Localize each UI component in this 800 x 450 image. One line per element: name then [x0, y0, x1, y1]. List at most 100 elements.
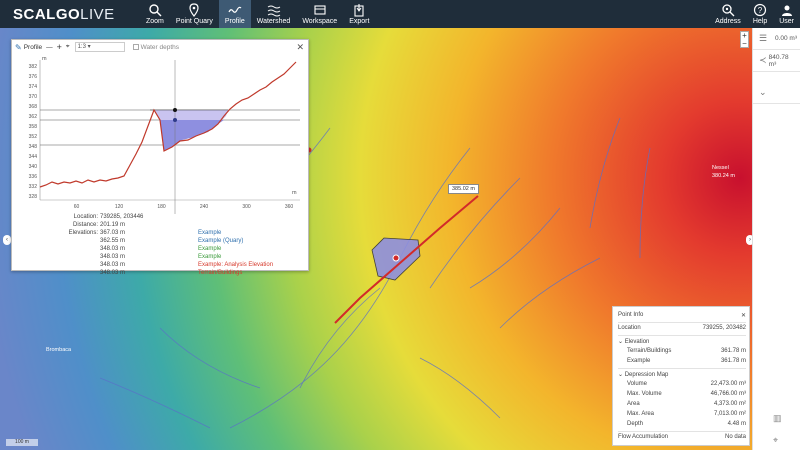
cursor-dot-2: [173, 118, 177, 122]
pi-elev-value-1: 361.78 m: [720, 358, 746, 364]
point-info-panel: Point Info ✕ Location 739255, 203482 ⌄ E…: [612, 306, 750, 446]
y-tick-label: 328: [29, 194, 38, 200]
profile-title: Profile: [23, 43, 43, 51]
y-tick-label: 352: [29, 134, 38, 140]
pi-flow-value: No data: [724, 434, 746, 440]
buildings-icon[interactable]: ▥: [773, 413, 782, 424]
address-search-icon: [722, 4, 735, 17]
pi-elev-label-0: Terrain/Buildings: [627, 348, 672, 354]
point-info-close-icon[interactable]: ✕: [741, 312, 746, 319]
cursor-dot-1: [173, 108, 177, 112]
y-tick-label: 362: [29, 114, 38, 120]
sliders-icon: ☰: [759, 33, 768, 43]
water-depths-label: Water depths: [140, 43, 179, 51]
help-button[interactable]: ? Help: [747, 0, 773, 28]
x-unit-label: m: [292, 190, 297, 196]
help-icon: ?: [753, 3, 767, 17]
workspace-label: Workspace: [302, 18, 338, 25]
user-label: User: [779, 18, 794, 25]
elevation-value-4: 348.03 m: [100, 262, 126, 268]
pi-dep-value-3: 7,013.00 m²: [713, 411, 746, 417]
chevron-down-icon: ⌄: [618, 339, 624, 345]
profile-button[interactable]: Profile: [218, 0, 251, 28]
svg-text:?: ?: [758, 6, 763, 15]
y-tick-label: 368: [29, 104, 38, 110]
pi-location-label: Location: [618, 325, 641, 331]
zoom-in-button[interactable]: +: [57, 42, 62, 52]
layer-row-1[interactable]: ☰ 0.00 m³: [753, 28, 800, 50]
right-side-panel: ☰ 0.00 m³ ≺ 840.78 m³ ⌄ ▥ ⌖: [752, 28, 800, 450]
depression-section-toggle[interactable]: ⌄ Depression Map: [618, 371, 746, 380]
workspace-button[interactable]: Workspace: [296, 0, 343, 28]
depression-fill: [160, 120, 224, 151]
user-button[interactable]: User: [773, 0, 800, 28]
x-tick-label: 60: [74, 204, 80, 210]
place-label-elevation: 380.24 m: [712, 173, 735, 179]
address-button[interactable]: Address: [709, 0, 747, 28]
pi-dep-label-2: Area: [627, 401, 640, 407]
pi-dep-value-4: 4.48 m: [727, 421, 746, 427]
export-label: Export: [349, 18, 370, 25]
water-depths-checkbox[interactable]: [132, 44, 139, 50]
user-icon: [781, 5, 792, 16]
zoom-button[interactable]: Zoom: [140, 0, 170, 28]
elevation-name-0: Example: [198, 230, 222, 236]
collapse-left-arrow[interactable]: ‹: [3, 235, 11, 245]
y-tick-label: 344: [29, 154, 38, 160]
elevation-value-1: 362.55 m: [100, 238, 126, 244]
y-tick-label: 332: [29, 184, 38, 190]
callout-label: 385.02 m: [448, 184, 479, 194]
y-tick-label: 336: [29, 174, 38, 180]
x-tick-label: 300: [242, 204, 251, 210]
y-tick-label: 374: [29, 84, 38, 90]
pi-flow-label: Flow Accumulation: [618, 434, 669, 440]
elevation-name-5: Terrain/Buildings: [198, 270, 243, 276]
point-query-button[interactable]: Point Quary: [170, 0, 219, 28]
pan-icon[interactable]: ⌖: [66, 43, 70, 51]
layer-row-2-value: 840.78 m³: [768, 53, 789, 68]
location-label: Location:: [73, 214, 98, 220]
x-tick-label: 240: [200, 204, 209, 210]
elevation-name-1: Example (Quary): [198, 238, 244, 244]
elevations-label: Elevations:: [68, 230, 98, 236]
layer-row-2[interactable]: ≺ 840.78 m³: [753, 50, 800, 72]
profile-label: Profile: [224, 18, 245, 25]
scale-select-value: 1:3: [77, 44, 86, 50]
elevation-value-5: 348.03 m: [100, 270, 126, 276]
pencil-icon[interactable]: ✎: [15, 43, 22, 52]
elevation-value-0: 367.03 m: [100, 230, 126, 236]
watershed-label: Watershed: [256, 18, 291, 25]
y-tick-label: 382: [29, 64, 38, 70]
export-button[interactable]: Export: [343, 0, 375, 28]
collapse-icon: ⌄: [759, 87, 767, 97]
scale-select[interactable]: 1:3 ▾: [74, 42, 125, 52]
search-icon: [149, 4, 162, 17]
profile-chart[interactable]: m m 382 376 374 370 368 362 358 352 348 344 340 336…: [12, 54, 310, 214]
x-tick-label: 180: [157, 204, 166, 210]
map-pin-icon: [189, 3, 199, 17]
elevation-section-toggle[interactable]: ⌄ Elevation: [618, 338, 746, 347]
location-value: 739285, 203446: [100, 214, 144, 220]
distance-label: Distance:: [72, 222, 98, 228]
x-tick-label: 120: [115, 204, 124, 210]
watershed-button[interactable]: Watershed: [251, 0, 297, 28]
profile-wave-icon: [228, 6, 242, 13]
pi-dep-value-2: 4,373.00 m²: [713, 401, 746, 407]
close-icon[interactable]: ✕: [296, 42, 304, 53]
zoom-out-button[interactable]: —: [46, 44, 53, 51]
help-label: Help: [752, 18, 768, 25]
pi-location-value: 739255, 203482: [702, 325, 746, 331]
elevation-name-3: Example: [198, 254, 222, 260]
elevation-name-4: Example: Analysis Elevation: [198, 262, 274, 268]
distance-value: 201.19 m: [100, 222, 126, 228]
zoom-control[interactable]: + −: [740, 31, 749, 48]
location-pin-icon[interactable]: ⌖: [773, 435, 778, 446]
layer-row-3[interactable]: ⌄: [753, 82, 800, 104]
y-tick-label: 348: [29, 144, 38, 150]
layer-row-1-value: 0.00 m³: [774, 35, 797, 42]
pi-elev-value-0: 361.78 m: [720, 348, 746, 354]
address-label: Address: [715, 18, 741, 25]
flow-icon: ≺: [759, 55, 767, 65]
zoom-label: Zoom: [146, 18, 164, 25]
y-tick-label: 358: [29, 124, 38, 130]
